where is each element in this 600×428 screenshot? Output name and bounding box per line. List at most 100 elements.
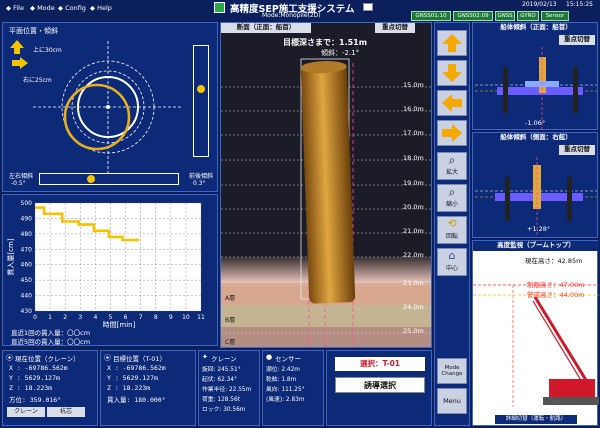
pile-tilt: 傾斜：-2.1° <box>321 49 360 57</box>
mode-change-button[interactable]: Mode Change <box>437 358 467 384</box>
arrow-right-icon <box>442 124 462 142</box>
x-tick-label: 3 <box>78 314 82 321</box>
target-z: Z : 18.223m <box>107 384 151 392</box>
guidance-select-button[interactable]: 誘導選択 <box>335 377 425 393</box>
x-tick-label: 9 <box>169 314 173 321</box>
hull-right-value: +1.28° <box>527 225 551 233</box>
menu-mode[interactable]: ◆ Mode <box>30 4 55 12</box>
level-24: 24.0m <box>403 303 424 311</box>
plan-title: 平面位置・傾斜 <box>9 27 58 35</box>
monopile <box>300 61 356 304</box>
y-tick-label: 460 <box>21 262 33 269</box>
menu-file[interactable]: ◆ File <box>6 4 24 12</box>
level-20: 20.0m <box>403 203 424 211</box>
gps-target-panel: ⦿ 目標位置（T-01） X : -69786.562m Y : 5629.12… <box>100 350 196 426</box>
x-tick-label: 7 <box>139 314 143 321</box>
y-tick-label: 490 <box>21 215 33 222</box>
recent-penetration: 直近5回の貫入量：〇〇cm <box>11 338 91 346</box>
x-tick-label: 5 <box>109 314 113 321</box>
gnss01-button[interactable]: GNSS01:10 <box>411 11 451 21</box>
level-25: 25.0m <box>403 327 424 335</box>
y-tick-label: 440 <box>21 293 33 300</box>
hull-right-title: 船体傾斜（側面：右舷） <box>500 133 572 141</box>
sensor-tide: 潮位: 2.42m <box>266 367 300 373</box>
crane-load: 荷重: 128.56t <box>202 397 240 403</box>
zoom-in-icon: ⌕ <box>448 153 456 167</box>
arrow-left-icon <box>442 94 462 112</box>
y-tick-label: 430 <box>21 308 33 315</box>
app-logo-icon <box>214 2 225 13</box>
pan-down-button[interactable] <box>437 60 467 86</box>
zoom-in-button[interactable]: ⌕ 拡大 <box>437 152 467 180</box>
crane-x: X : -69786.562m <box>9 364 68 372</box>
distance-to-target: 目標深さまで：1.51m <box>283 38 368 47</box>
hull-front-panel: 船体傾斜（正面：船首） 重点切替 -1.06° <box>472 22 598 131</box>
crane-footer-button[interactable]: 詳細切替（運転・航路） <box>495 415 577 424</box>
crane-dir: 方位: 359.016° <box>9 396 62 404</box>
x-tick-label: 10 <box>182 314 190 321</box>
y-tick-label: 480 <box>21 231 33 238</box>
hull-front-toggle[interactable]: 重点切替 <box>559 35 595 45</box>
chart-yticks: 500 490 480 470 460 450 440 430 <box>21 200 33 315</box>
crane-view <box>473 284 599 407</box>
pan-right-button[interactable] <box>437 120 467 146</box>
level-15: 15.0m <box>403 81 424 89</box>
fb-tilt-value: 0.3° <box>193 180 206 187</box>
crane-title: クレーン <box>211 355 237 363</box>
menu-config[interactable]: ◆ Config <box>58 4 86 12</box>
pan-up-button[interactable] <box>437 30 467 56</box>
level-18: 18.0m <box>403 154 424 162</box>
arrow-down-icon <box>442 64 462 82</box>
time-text: 15:15:25 <box>566 1 593 8</box>
gps-crane-title: 現在位置（クレーン） <box>15 355 80 363</box>
rotate-button[interactable]: ⟲ 回転 <box>437 216 467 244</box>
plan-position-panel: 平面位置・傾斜 上に30cm 右に25cm 左右傾斜 -0.5° 前後傾斜 0.… <box>2 22 218 192</box>
crane-swing: 旋回: 245.51° <box>202 367 241 373</box>
lr-tilt-value: -0.5° <box>11 180 26 187</box>
target-x: X : -69786.562m <box>107 364 166 372</box>
crane-lock: ロック: 30.56m <box>202 407 246 413</box>
gyro-button[interactable]: GYRO <box>517 11 539 21</box>
chart-xlabel: 時間[min] <box>103 321 136 329</box>
crane-status-panel: ✦ クレーン 旋回: 245.51° 起伏: 62.34° 作業半径: 22.5… <box>198 350 260 426</box>
crane-select-button[interactable]: クレーン <box>7 407 45 417</box>
home-icon: ⌂ <box>448 249 456 262</box>
gnss-button[interactable]: GNSS <box>495 11 515 21</box>
penetration-chart: 500490480470460450440430 0 1 2 3 4 5 6 7 8 9 10 11 … <box>7 200 205 329</box>
gps-crane-panel: ⦿ 現在位置（クレーン） X : -69786.562m Y : 5629.12… <box>2 350 98 426</box>
selected-target: 選択：T-01 <box>335 357 425 371</box>
chart-ylabel: 貫入量[cm] <box>7 238 15 275</box>
y-tick-label: 450 <box>21 277 33 284</box>
sensor-button[interactable]: Sensor <box>541 11 569 21</box>
chart-xticks: 0 1 2 3 4 5 6 7 8 9 10 11 <box>33 314 205 321</box>
crane-icon: ✦ <box>202 353 208 361</box>
fb-tilt-indicator <box>197 85 205 93</box>
menu-button[interactable]: Menu <box>437 388 467 414</box>
x-tick-label: 4 <box>93 314 97 321</box>
menu-help[interactable]: ◆ Help <box>90 4 112 12</box>
date-text: 2019/02/13 <box>522 1 557 8</box>
x-tick-label: 6 <box>124 314 128 321</box>
y-tick-label: 470 <box>21 246 33 253</box>
fb-tilt-gauge <box>193 45 209 157</box>
lr-tilt-gauge <box>39 173 179 185</box>
hull-front-value: -1.06° <box>525 119 546 127</box>
pan-left-button[interactable] <box>437 90 467 116</box>
x-tick-label: 0 <box>33 314 37 321</box>
center-button[interactable]: ⌂ 中心 <box>437 248 467 276</box>
elevation-panel: 断面（正面：船首） 重点切替 A層 B層 C層 目標深さまで：1.51m 傾斜：… <box>220 22 432 348</box>
crane-radius: 作業半径: 22.55m <box>202 387 252 393</box>
target-y: Y : 5629.127m <box>107 374 158 382</box>
sensor-title: センサー <box>275 355 301 363</box>
gnss02-button[interactable]: GNSS02:09 <box>453 11 493 21</box>
lr-tilt-label: 左右傾斜 <box>9 173 34 180</box>
zoom-out-button[interactable]: ⌕ 縮小 <box>437 184 467 212</box>
crane-luffing: 起伏: 62.34° <box>202 377 237 383</box>
pile-center-button[interactable]: 杭芯 <box>47 407 85 417</box>
selection-panel: 選択：T-01 誘導選択 <box>326 350 432 426</box>
mail-icon[interactable] <box>363 3 373 11</box>
hull-right-toggle[interactable]: 重点切替 <box>559 145 595 155</box>
x-tick-label: 1 <box>48 314 52 321</box>
current-height: 現在高さ：42.85m <box>525 257 583 265</box>
hull-right-panel: 船体傾斜（側面：右舷） 重点切替 +1.28° <box>472 132 598 238</box>
